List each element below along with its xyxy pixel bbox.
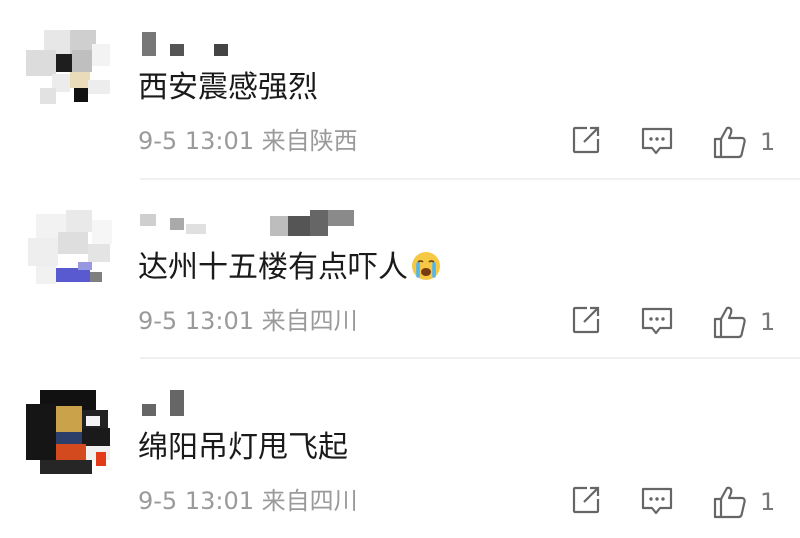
thumbs-up-icon xyxy=(713,126,746,159)
comment-button[interactable] xyxy=(640,484,676,520)
comment-button[interactable] xyxy=(640,124,676,160)
comment-text: 西安震感强烈 xyxy=(138,66,318,110)
comment-button[interactable] xyxy=(640,304,676,340)
comment-date: 9-5 13:01 xyxy=(138,307,254,335)
like-button[interactable]: 1 xyxy=(712,124,782,160)
share-icon xyxy=(572,486,600,514)
like-count: 1 xyxy=(760,308,776,336)
comment-text-content: 达州十五楼有点吓人 xyxy=(138,250,408,285)
comment-icon xyxy=(641,307,673,335)
avatar[interactable] xyxy=(26,390,112,476)
comment-text-content: 绵阳吊灯甩飞起 xyxy=(138,430,348,465)
like-button[interactable]: 1 xyxy=(712,484,782,520)
username[interactable] xyxy=(140,390,400,420)
thumbs-up-icon xyxy=(713,486,746,519)
comment-location: 来自四川 xyxy=(261,307,358,335)
like-count: 1 xyxy=(760,128,776,156)
username[interactable] xyxy=(140,210,400,240)
share-button[interactable] xyxy=(570,484,606,520)
like-count: 1 xyxy=(760,488,776,516)
avatar[interactable] xyxy=(26,30,112,116)
comment-date: 9-5 13:01 xyxy=(138,487,254,515)
comment-item: 绵阳吊灯甩飞起 9-5 13:01 来自四川 1 xyxy=(0,360,800,538)
comment-location: 来自陕西 xyxy=(261,127,358,155)
like-button[interactable]: 1 xyxy=(712,304,782,340)
username[interactable] xyxy=(140,30,400,60)
share-icon xyxy=(572,126,600,154)
comment-meta: 9-5 13:01 来自四川 xyxy=(138,484,358,518)
comment-text: 达州十五楼有点吓人 xyxy=(138,246,442,290)
avatar[interactable] xyxy=(26,210,112,296)
share-icon xyxy=(572,306,600,334)
comment-item: 达州十五楼有点吓人 9-5 13:01 来自四川 1 xyxy=(0,180,800,358)
comment-icon xyxy=(641,487,673,515)
comment-meta: 9-5 13:01 来自陕西 xyxy=(138,124,358,158)
crying-face-emoji xyxy=(412,252,440,280)
share-button[interactable] xyxy=(570,124,606,160)
comment-location: 来自四川 xyxy=(261,487,358,515)
share-button[interactable] xyxy=(570,304,606,340)
comment-item: 西安震感强烈 9-5 13:01 来自陕西 1 xyxy=(0,0,800,178)
comment-text: 绵阳吊灯甩飞起 xyxy=(138,426,348,470)
comment-date: 9-5 13:01 xyxy=(138,127,254,155)
comment-text-content: 西安震感强烈 xyxy=(138,70,318,105)
thumbs-up-icon xyxy=(713,306,746,339)
divider xyxy=(140,357,800,359)
comment-meta: 9-5 13:01 来自四川 xyxy=(138,304,358,338)
comment-icon xyxy=(641,127,673,155)
